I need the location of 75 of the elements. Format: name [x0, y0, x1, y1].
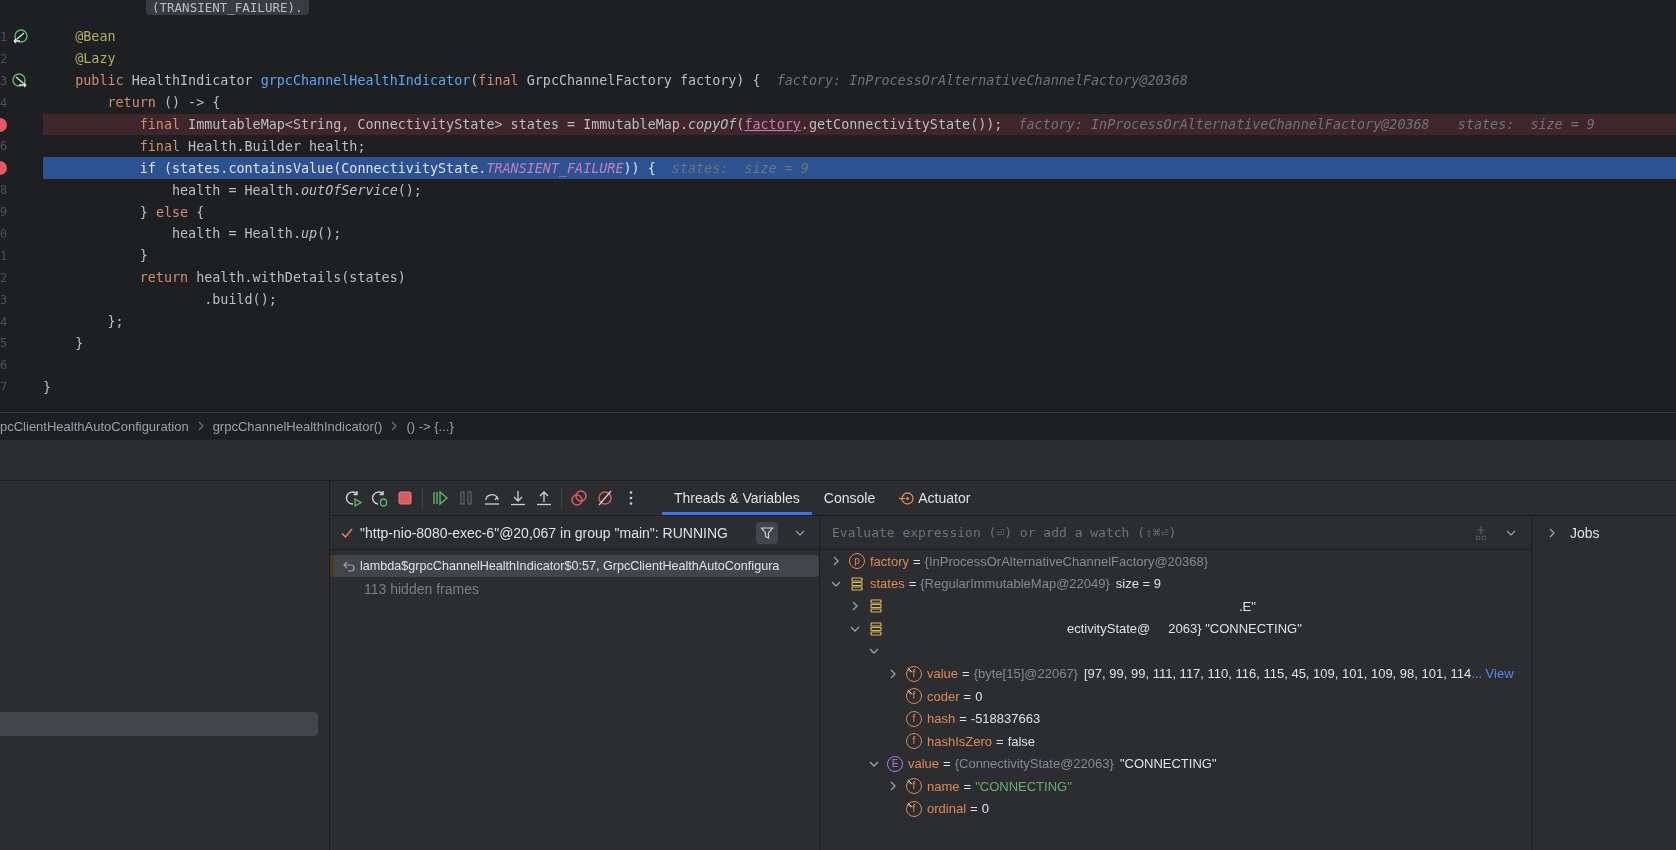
- variable-fragment: 2063} "CONNECTING": [1168, 621, 1302, 637]
- filter-icon[interactable]: [755, 521, 778, 544]
- equals-sign: =: [970, 801, 978, 817]
- return-arrow-icon: [342, 559, 356, 573]
- code-line: final ImmutableMap<String, ConnectivityState> states = ImmutableMap.copyOf(factory.getConnectivityState());: [138, 117, 1003, 132]
- view-link[interactable]: ... View: [1471, 666, 1514, 682]
- inline-hint: factory: InProcessOrAlternativeChannelFactory@20368: [776, 73, 1188, 89]
- variable-name: name: [927, 778, 960, 794]
- code-line: return health.withDetails(states): [138, 270, 406, 286]
- breadcrumb-item[interactable]: () -> {...}: [406, 418, 454, 434]
- inline-hint: states: size = 9: [671, 160, 809, 176]
- tooltip: (TRANSIENT_FAILURE).: [146, 0, 309, 15]
- code-line: }: [74, 335, 84, 351]
- code-line: if (states.containsValue(ConnectivityState.TRANSIENT_FAILURE)) {: [138, 160, 656, 176]
- code-line: health = Health.outOfService();: [171, 182, 422, 198]
- equals-sign: =: [943, 756, 951, 772]
- breadcrumb-item[interactable]: pcClientHealthAutoConfiguration: [0, 418, 189, 434]
- variable-name: factory: [870, 553, 909, 569]
- map-icon: [868, 598, 884, 615]
- variable-value: size = 9: [1115, 576, 1161, 592]
- equals-sign: =: [959, 711, 967, 727]
- variable-value: "CONNECTING": [1119, 756, 1217, 772]
- watch-input[interactable]: Evaluate expression (⏎) or add a watch (⇧⌘⏎): [830, 524, 1457, 541]
- code-line: health = Health.up();: [171, 226, 342, 242]
- variable-type: {InProcessOrAlternativeChannelFactory@20368}: [924, 553, 1209, 569]
- breakpoint-icon[interactable]: [0, 161, 7, 176]
- code-line: public HealthIndicator grpcChannelHealthIndicator(final GrpcChannelFactory factory) {: [74, 73, 761, 89]
- variable-name: ordinal: [927, 801, 967, 817]
- tab[interactable]: Threads & Variables: [662, 481, 812, 515]
- equals-sign: =: [908, 576, 917, 592]
- code-line: return () -> {: [106, 95, 221, 111]
- stack-frame[interactable]: lambda$grpcChannelHealthIndicator$0:57, GrpcClientHealthAutoConfigura: [330, 555, 819, 577]
- variable-name: states: [870, 576, 905, 592]
- variable-type: {byte[15]@22067}: [973, 666, 1078, 682]
- code-line: .build();: [203, 292, 277, 308]
- equals-sign: =: [963, 778, 972, 794]
- variable-type: {RegularImmutableMap@22049}: [920, 576, 1110, 592]
- code-line: };: [106, 314, 124, 329]
- chevron-right-icon: [390, 421, 399, 431]
- map-icon: [849, 575, 865, 592]
- variable-name: value: [908, 756, 940, 772]
- inline-hint: states: size = 9: [1457, 117, 1595, 132]
- variable-value: [97, 99, 99, 111, 117, 110, 116, 115, 45, 109, 101, 109, 98, 101, 114: [1083, 666, 1472, 682]
- chevron-right-icon: [196, 421, 205, 431]
- variable-value: 0: [981, 801, 989, 817]
- tab[interactable]: Console: [811, 481, 888, 515]
- variable-fragment: ectivityState@: [1067, 621, 1151, 637]
- variable-fragment: .E": [1239, 598, 1256, 614]
- variable-name: value: [927, 666, 959, 682]
- variable-value: 0: [975, 688, 983, 704]
- variable-value: false: [1007, 733, 1036, 749]
- breadcrumb-item[interactable]: grpcChannelHealthIndicator(): [212, 418, 383, 434]
- variable-name: hashIsZero: [927, 733, 993, 749]
- tab[interactable]: Actuator: [887, 481, 983, 515]
- code-line: }: [43, 379, 52, 395]
- code-line: } else {: [138, 204, 205, 220]
- variable-name: coder: [927, 688, 960, 704]
- variable-value: -518837663: [970, 711, 1041, 727]
- actuator-icon: [899, 490, 915, 506]
- thread-selector[interactable]: "http-nio-8080-exec-6"@20,067 in group "main": RUNNING: [360, 524, 728, 541]
- equals-sign: =: [962, 666, 970, 682]
- code-line: }: [138, 248, 148, 264]
- code-line: final Health.Builder health;: [138, 138, 366, 154]
- code-line: @Bean: [74, 29, 116, 45]
- breakpoint-icon[interactable]: [0, 117, 7, 132]
- variable-value: "CONNECTING": [975, 778, 1072, 794]
- inline-hint: factory: InProcessOrAlternativeChannelFactory@20368: [1018, 117, 1430, 132]
- variable-type: {ConnectivityState@22063}: [954, 756, 1114, 772]
- equals-sign: =: [996, 733, 1004, 749]
- equals-sign: =: [963, 688, 972, 704]
- equals-sign: =: [913, 553, 921, 569]
- code-line: @Lazy: [74, 51, 116, 67]
- map-icon: [868, 620, 884, 637]
- jobs-node[interactable]: Jobs: [1570, 525, 1600, 541]
- variable-name: hash: [927, 711, 956, 727]
